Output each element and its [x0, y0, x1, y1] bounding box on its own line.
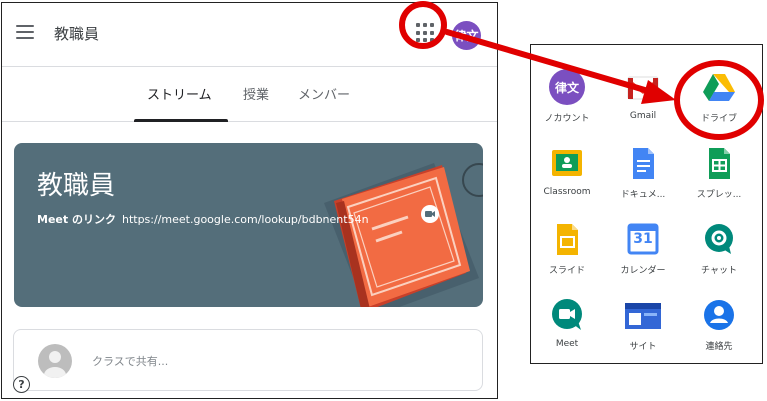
app-label: スライド: [548, 266, 585, 276]
share-with-class-box[interactable]: クラスで共有...: [13, 329, 483, 391]
launcher-app-gmail[interactable]: Gmail: [605, 69, 681, 121]
classroom-window: 教職員 律文 ストリーム 授業 メンバー 教職員 Meet のリンク https:…: [1, 2, 498, 399]
calendar-icon: 31: [625, 221, 661, 257]
main-menu-icon[interactable]: [16, 25, 34, 39]
launcher-app-drive[interactable]: ドライブ: [681, 69, 757, 124]
app-label: ドキュメ...: [620, 190, 666, 200]
class-banner: 教職員 Meet のリンク https://meet.google.com/loo…: [14, 143, 483, 307]
app-label: Gmail: [629, 111, 657, 121]
sites-icon: [625, 297, 661, 333]
banner-class-name: 教職員: [37, 171, 116, 201]
share-placeholder: クラスで共有...: [92, 355, 169, 368]
book-illustration: [324, 163, 479, 307]
class-tabs: ストリーム 授業 メンバー: [2, 66, 497, 122]
classroom-icon: [549, 145, 585, 181]
meet-link-row: Meet のリンク https://meet.google.com/lookup/…: [37, 211, 369, 227]
account-avatar-icon: 律文: [549, 69, 585, 105]
meet-link-url[interactable]: https://meet.google.com/lookup/bdbnent54…: [122, 213, 369, 226]
gmail-icon: [625, 69, 661, 105]
launcher-app-sheets[interactable]: スプレッ...: [681, 145, 757, 200]
slides-icon: [549, 221, 585, 257]
launcher-app-classroom[interactable]: Classroom: [529, 145, 605, 197]
app-label: Classroom: [543, 187, 591, 197]
help-icon[interactable]: ?: [13, 376, 30, 393]
meet-link-label: Meet のリンク: [37, 213, 116, 226]
app-label: チャット: [701, 266, 737, 276]
tab-stream[interactable]: ストリーム: [147, 84, 212, 103]
launcher-app-meet[interactable]: Meet: [529, 297, 605, 349]
sheets-icon: [701, 145, 737, 181]
app-label: Meet: [555, 339, 579, 349]
class-title[interactable]: 教職員: [54, 23, 99, 44]
tab-classwork[interactable]: 授業: [243, 84, 269, 103]
account-avatar[interactable]: 律文: [452, 21, 481, 50]
app-label: スプレッ...: [696, 190, 742, 200]
user-avatar-placeholder: [38, 344, 72, 378]
launcher-app-contacts[interactable]: 連絡先: [681, 297, 757, 352]
launcher-app-docs[interactable]: ドキュメ...: [605, 145, 681, 200]
launcher-app-account[interactable]: 律文 ノカウント: [529, 69, 605, 124]
google-apps-icon[interactable]: [416, 23, 436, 43]
launcher-app-slides[interactable]: スライド: [529, 221, 605, 276]
app-label: ドライブ: [700, 114, 737, 124]
app-label: ノカウント: [544, 114, 590, 124]
launcher-app-calendar[interactable]: 31 カレンダー: [605, 221, 681, 276]
docs-icon: [625, 145, 661, 181]
google-apps-launcher: 律文 ノカウント Gmail ドライブ Classroom ドキュメ... スプ…: [530, 44, 763, 364]
top-app-bar: 教職員 律文: [2, 3, 497, 67]
active-tab-indicator: [134, 119, 228, 122]
drive-icon: [701, 69, 737, 105]
chat-icon: [701, 221, 737, 257]
app-label: カレンダー: [620, 266, 666, 276]
contacts-icon: [701, 297, 737, 333]
launcher-app-chat[interactable]: チャット: [681, 221, 757, 276]
app-label: サイト: [629, 342, 657, 352]
tab-people[interactable]: メンバー: [298, 84, 350, 103]
video-camera-icon[interactable]: [421, 205, 439, 223]
meet-icon: [549, 297, 585, 333]
launcher-app-sites[interactable]: サイト: [605, 297, 681, 352]
app-label: 連絡先: [705, 342, 733, 352]
